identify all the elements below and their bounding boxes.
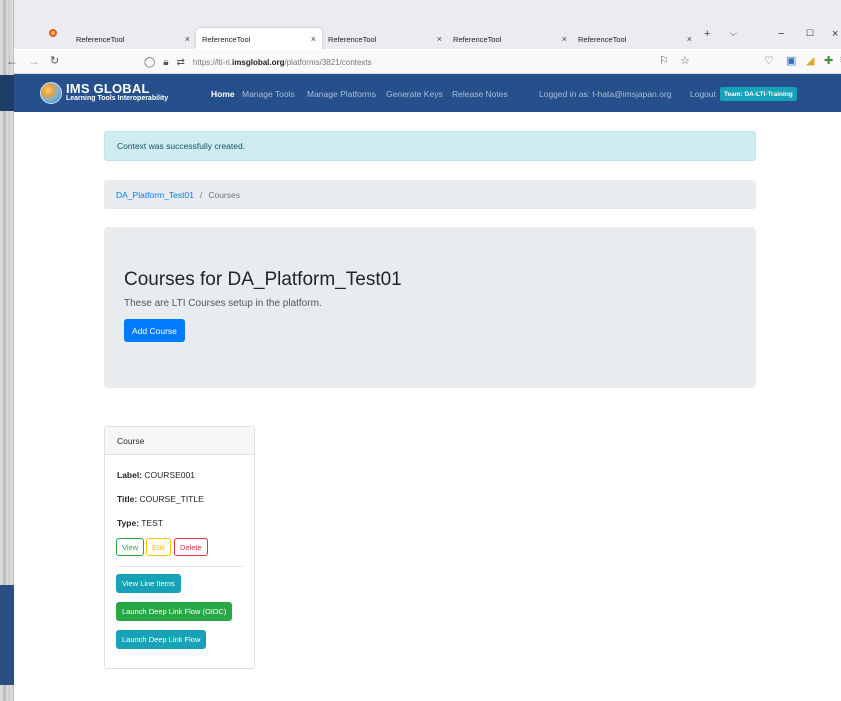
- tab-label: ReferenceTool: [76, 34, 125, 44]
- maximize-icon[interactable]: ☐: [806, 28, 814, 39]
- logo-title[interactable]: IMS GLOBAL: [66, 81, 150, 96]
- add-course-button[interactable]: Add Course: [124, 319, 185, 342]
- page-subtitle: These are LTI Courses setup in the platf…: [124, 298, 322, 309]
- browser-tab-active[interactable]: ReferenceTool ×: [196, 28, 322, 50]
- tab-label: ReferenceTool: [328, 34, 377, 44]
- logo-subtitle: Learning Tools Interoperability: [66, 95, 169, 102]
- success-alert: Context was successfully created.: [104, 131, 756, 161]
- page-title: Courses for DA_Platform_Test01: [124, 269, 402, 290]
- extension-icon[interactable]: ◢: [806, 54, 814, 67]
- delete-button[interactable]: Delete: [174, 538, 208, 556]
- launch-deep-link-oidc-button[interactable]: Launch Deep Link Flow (OIDC): [116, 602, 233, 621]
- url-text: https://lti-ri.imsglobal.org/platforms/3…: [192, 57, 372, 67]
- launch-deep-link-button[interactable]: Launch Deep Link Flow: [116, 630, 207, 649]
- nav-release-notes[interactable]: Release Notes: [452, 89, 508, 99]
- edit-button[interactable]: Edit: [146, 538, 171, 556]
- course-title: Title: COURSE_TITLE: [117, 494, 204, 504]
- extension-translate-icon[interactable]: ▣: [786, 54, 796, 67]
- chevron-down-icon[interactable]: ⌵: [730, 28, 737, 39]
- nav-manage-tools[interactable]: Manage Tools: [242, 89, 295, 99]
- forward-arrow-icon[interactable]: →: [28, 54, 40, 68]
- permissions-icon[interactable]: ⇄: [177, 57, 185, 68]
- nav-home[interactable]: Home: [211, 89, 235, 99]
- close-icon[interactable]: ×: [185, 34, 190, 44]
- minimize-icon[interactable]: −: [778, 28, 784, 40]
- browser-tab[interactable]: ReferenceTool ×: [316, 28, 448, 50]
- new-tab-icon[interactable]: +: [704, 28, 710, 40]
- logged-in-user: Logged in as: t-hata@imsjapan.org: [539, 89, 672, 99]
- browser-toolbar: ← → ↻ ◯ 🔒︎ ⇄ https://lti-ri.imsglobal.or…: [6, 50, 841, 74]
- shield-icon[interactable]: ◯: [144, 57, 155, 68]
- tab-label: ReferenceTool: [453, 34, 502, 44]
- courses-jumbotron: Courses for DA_Platform_Test01 These are…: [104, 227, 756, 388]
- back-arrow-icon[interactable]: ←: [6, 54, 18, 68]
- browser-tab[interactable]: ReferenceTool ×: [64, 28, 196, 50]
- pocket-icon[interactable]: ♡: [764, 54, 774, 67]
- bookmark-star-icon[interactable]: ☆: [680, 54, 690, 67]
- lock-icon[interactable]: 🔒︎: [163, 57, 168, 68]
- left-window-edge: [0, 0, 14, 701]
- nav-generate-keys[interactable]: Generate Keys: [386, 89, 443, 99]
- breadcrumb-separator: /: [199, 189, 203, 200]
- tab-label: ReferenceTool: [202, 34, 251, 44]
- card-divider: [117, 566, 243, 567]
- ims-globe-logo[interactable]: [40, 82, 62, 104]
- breadcrumb-current: Courses: [208, 189, 240, 200]
- url-bar[interactable]: ◯ 🔒︎ ⇄ https://lti-ri.imsglobal.org/plat…: [144, 52, 704, 72]
- logout-link[interactable]: Logout: [690, 89, 716, 99]
- breadcrumb-platform-link[interactable]: DA_Platform_Test01: [116, 190, 194, 200]
- card-header: Course: [105, 427, 254, 455]
- breadcrumb: DA_Platform_Test01 / Courses: [104, 180, 756, 209]
- view-button[interactable]: View: [116, 538, 145, 556]
- view-line-items-button[interactable]: View Line Items: [116, 574, 181, 593]
- course-type: Type: TEST: [117, 518, 163, 528]
- tab-label: ReferenceTool: [578, 34, 627, 44]
- browser-tab[interactable]: ReferenceTool ×: [441, 28, 573, 50]
- site-navbar: IMS GLOBAL Learning Tools Interoperabili…: [14, 74, 841, 112]
- close-window-icon[interactable]: ×: [832, 28, 838, 40]
- firefox-view-icon[interactable]: [48, 28, 58, 41]
- browser-window: ReferenceTool × ReferenceTool × Referenc…: [6, 0, 841, 701]
- course-label: Label: COURSE001: [117, 470, 195, 480]
- nav-manage-platforms[interactable]: Manage Platforms: [307, 89, 376, 99]
- team-badge[interactable]: Team: DA-LTI-Training: [720, 87, 797, 101]
- tab-bar: ReferenceTool × ReferenceTool × Referenc…: [14, 0, 841, 50]
- browser-tab[interactable]: ReferenceTool ×: [566, 28, 698, 50]
- close-icon[interactable]: ×: [687, 34, 692, 44]
- extensions-puzzle-icon[interactable]: ✚: [824, 54, 833, 67]
- reload-icon[interactable]: ↻: [50, 54, 59, 67]
- translate-icon[interactable]: ⚐: [659, 54, 669, 67]
